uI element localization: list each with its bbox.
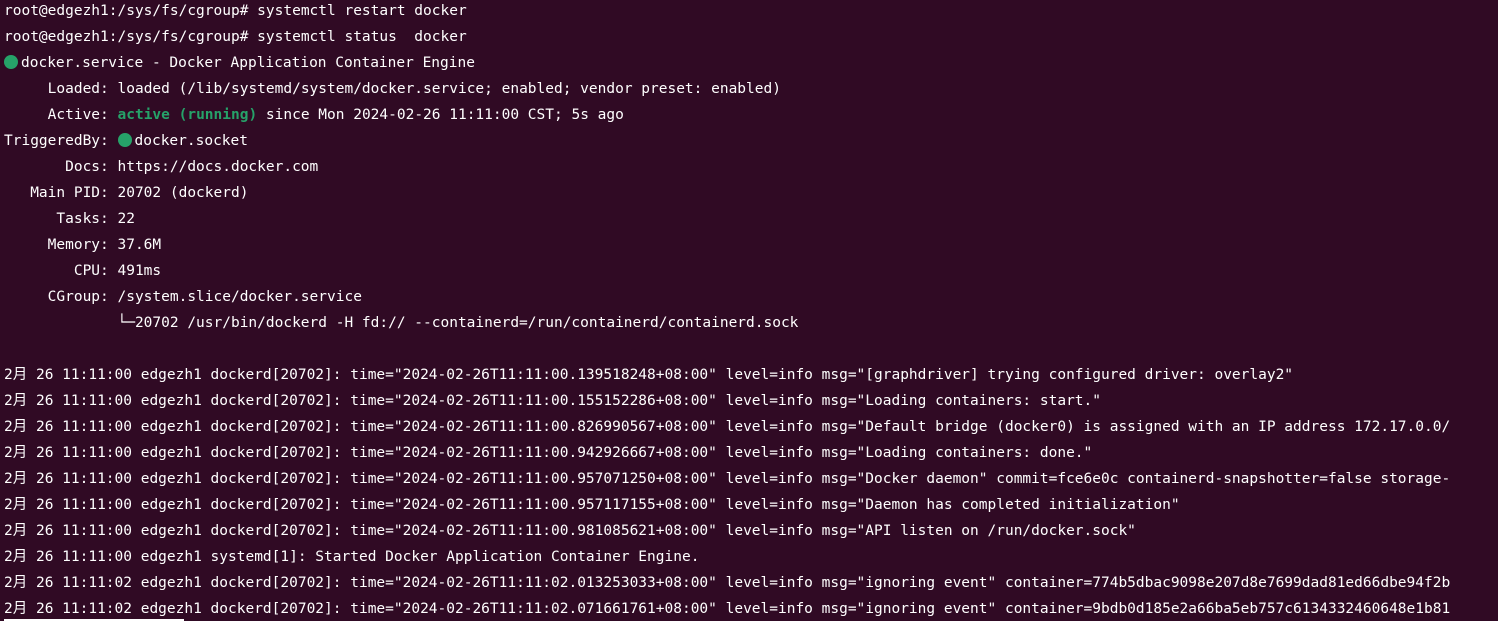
log-line: 2月 26 11:11:02 edgezh1 dockerd[20702]: t…: [4, 601, 1451, 617]
log-line: 2月 26 11:11:00 edgezh1 dockerd[20702]: t…: [4, 393, 1101, 409]
active-line: Active: active (running) since Mon 2024-…: [0, 104, 1498, 130]
loaded-line: Loaded: loaded (/lib/systemd/system/dock…: [0, 78, 1498, 104]
docs-line: Docs: https://docs.docker.com: [4, 159, 319, 175]
log-line: 2月 26 11:11:00 edgezh1 dockerd[20702]: t…: [4, 367, 1294, 383]
socket-dot-icon: [117, 133, 132, 147]
command-text: systemctl status docker: [257, 29, 467, 45]
prompt: root@edgezh1:/sys/fs/cgroup#: [4, 29, 258, 45]
terminal-window[interactable]: root@edgezh1:/sys/fs/cgroup# systemctl r…: [0, 0, 1498, 621]
log-line: 2月 26 11:11:02 edgezh1 dockerd[20702]: t…: [4, 575, 1451, 591]
log-line: 2月 26 11:11:00 edgezh1 systemd[1]: Start…: [4, 549, 700, 565]
status-dot-icon: [4, 55, 18, 69]
memory-line: Memory: 37.6M: [4, 237, 162, 253]
command-text: systemctl restart docker: [257, 3, 467, 19]
active-key: Active:: [4, 107, 118, 123]
service-title: docker.service - Docker Application Cont…: [21, 55, 475, 71]
loaded-key: Loaded:: [4, 81, 118, 97]
cgroup-line: CGroup: /system.slice/docker.service: [4, 289, 362, 305]
cpu-line: CPU: 491ms: [4, 263, 162, 279]
cgroup-child-line: └─20702 /usr/bin/dockerd -H fd:// --cont…: [4, 315, 799, 331]
log-line: 2月 26 11:11:00 edgezh1 dockerd[20702]: t…: [4, 523, 1136, 539]
triggered-value: docker.socket: [134, 133, 249, 149]
active-state: active (running): [117, 107, 258, 123]
service-line: docker.service - Docker Application Cont…: [0, 52, 1498, 78]
prompt: root@edgezh1:/sys/fs/cgroup#: [4, 3, 258, 19]
log-line: 2月 26 11:11:00 edgezh1 dockerd[20702]: t…: [4, 445, 1093, 461]
log-line: 2月 26 11:11:00 edgezh1 dockerd[20702]: t…: [4, 419, 1451, 435]
active-since: since Mon 2024-02-26 11:11:00 CST; 5s ag…: [257, 107, 624, 123]
triggered-key: TriggeredBy:: [4, 133, 118, 149]
log-line: 2月 26 11:11:00 edgezh1 dockerd[20702]: t…: [4, 497, 1180, 513]
main-pid-line: Main PID: 20702 (dockerd): [4, 185, 249, 201]
log-line: 2月 26 11:11:00 edgezh1 dockerd[20702]: t…: [4, 471, 1451, 487]
tasks-line: Tasks: 22: [4, 211, 135, 227]
command-line-restart: root@edgezh1:/sys/fs/cgroup# systemctl r…: [0, 0, 1498, 26]
loaded-value: loaded (/lib/systemd/system/docker.servi…: [117, 81, 781, 97]
triggered-line: TriggeredBy: docker.socket: [0, 130, 1498, 156]
command-line-status: root@edgezh1:/sys/fs/cgroup# systemctl s…: [0, 26, 1498, 52]
